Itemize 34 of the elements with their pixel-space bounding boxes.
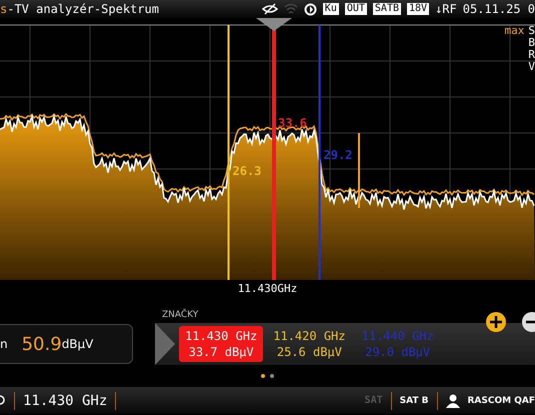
status-badge: Ku [322,3,339,15]
user-icon [446,394,460,408]
window-title: -TV analyzér-Spektrum [7,2,159,16]
legend-label: B [528,37,535,49]
satellite-name: RASCOM QAF [468,396,535,406]
page-dot[interactable] [261,374,265,378]
plus-icon[interactable] [485,311,507,333]
wifi-icon [284,3,298,15]
band-label: SAT B [400,396,428,406]
legend-label: V [528,61,535,73]
measurement-value: 50.9 [22,334,62,354]
status-badge: 18V [407,3,430,15]
marker-item[interactable]: 11.420 GHz 25.6 dBµV [267,326,352,362]
measurement-label: n [0,337,8,351]
marker-value: 26.3 [232,164,262,178]
status-badge: OUT [344,3,367,15]
play-icon[interactable] [155,323,175,365]
section-title: ZNAČKY [162,310,198,320]
status-frequency: 11.430 GHz [23,392,108,408]
marker-value: 29.2 [324,148,352,162]
trace-mode: max [504,25,524,37]
input-label: ↓RF [435,2,457,16]
center-frequency: 11.430GHz [238,282,298,295]
legend-label: S [528,25,535,37]
eye-off-icon [262,3,278,15]
sat-logo: SAT [364,395,383,406]
legend-label: R [528,49,535,61]
page-dot[interactable] [270,374,274,378]
title-prefix: s [0,2,8,16]
status-badge: SATB [372,3,401,15]
measurement-unit: dBµV [62,337,94,351]
marker-item[interactable]: 11.430 GHz 33.7 dBµV [179,326,264,362]
marker-value: 33.6 [278,116,307,130]
date-time: 05.11.25 0 [462,2,535,16]
